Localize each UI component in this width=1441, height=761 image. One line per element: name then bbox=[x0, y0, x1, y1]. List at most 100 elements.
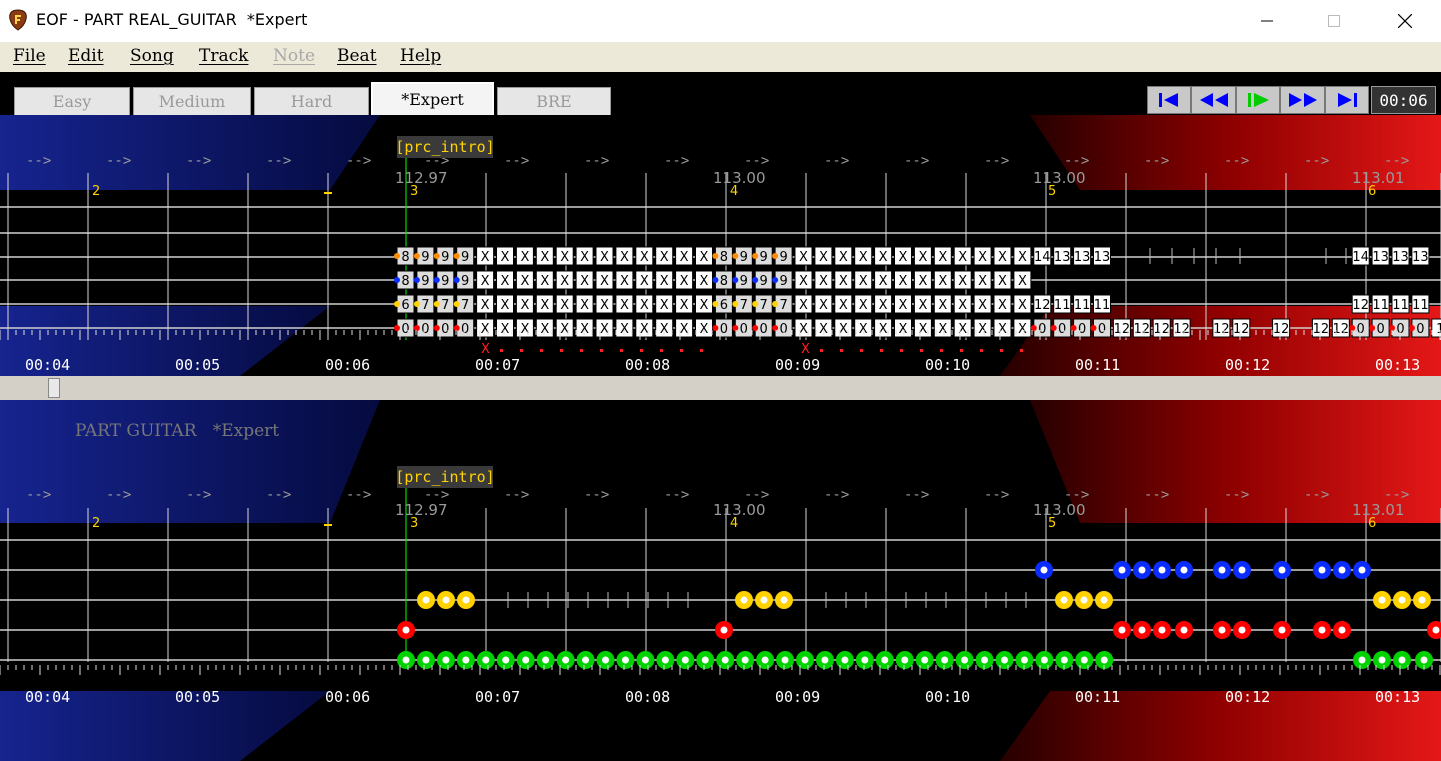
tab-note[interactable]: X bbox=[476, 318, 495, 338]
pro-guitar-tab-editor[interactable]: --> --> --> --> --> --> --> --> --> --> --> --> --> -… bbox=[0, 115, 1441, 376]
tab-hard[interactable]: Hard bbox=[254, 87, 369, 115]
tab-note[interactable]: X bbox=[1013, 270, 1032, 290]
menu-edit[interactable]: Edit bbox=[68, 46, 104, 66]
close-button[interactable] bbox=[1382, 0, 1428, 42]
note-gem[interactable] bbox=[736, 651, 755, 669]
tab-note[interactable]: 9 bbox=[413, 270, 435, 290]
tab-note[interactable]: X bbox=[854, 294, 873, 314]
note-gem[interactable] bbox=[1113, 621, 1131, 639]
note-gem[interactable] bbox=[457, 591, 475, 609]
tab-note[interactable]: X bbox=[874, 270, 893, 290]
tab-note[interactable]: 8 bbox=[394, 246, 415, 266]
menu-song[interactable]: Song bbox=[130, 46, 174, 66]
tab-note[interactable]: X bbox=[476, 294, 495, 314]
tab-note[interactable]: X bbox=[953, 246, 972, 266]
tab-note[interactable]: X bbox=[794, 270, 813, 290]
note-gem[interactable] bbox=[1213, 561, 1231, 579]
note-gem[interactable] bbox=[1035, 561, 1053, 579]
tab-note[interactable]: 0 bbox=[1050, 318, 1072, 338]
tab-note[interactable]: X bbox=[535, 294, 554, 314]
tab-note[interactable]: 12 bbox=[1212, 318, 1231, 338]
tab-note[interactable]: 11 bbox=[1371, 294, 1390, 314]
tab-note[interactable]: X bbox=[794, 246, 813, 266]
tab-note[interactable]: X bbox=[973, 270, 992, 290]
tab-note[interactable]: 13 bbox=[1391, 246, 1410, 266]
tab-note[interactable]: 7 bbox=[413, 294, 435, 314]
tab-note[interactable]: X bbox=[615, 294, 634, 314]
tab-note[interactable]: X bbox=[953, 318, 972, 338]
tab-note[interactable]: X bbox=[595, 270, 614, 290]
tab-note[interactable]: X bbox=[874, 246, 893, 266]
tab-note[interactable]: X bbox=[655, 246, 674, 266]
timeline-scrollbar[interactable] bbox=[0, 376, 1441, 400]
tab-note[interactable]: X bbox=[993, 294, 1012, 314]
tab-note[interactable]: 9 bbox=[453, 270, 475, 290]
tab-note[interactable]: X bbox=[695, 294, 713, 314]
tab-note[interactable]: 11 bbox=[1411, 294, 1430, 314]
tab-note[interactable]: X bbox=[515, 294, 534, 314]
tab-note[interactable]: X bbox=[794, 294, 813, 314]
tab-note[interactable]: X bbox=[615, 270, 634, 290]
tab-note[interactable]: 12 bbox=[1311, 318, 1330, 338]
tab-note[interactable]: X bbox=[575, 246, 594, 266]
note-gem[interactable] bbox=[1095, 591, 1113, 609]
tab-note[interactable]: X bbox=[1013, 246, 1032, 266]
note-gem[interactable] bbox=[735, 591, 753, 609]
tab-note[interactable]: 12 bbox=[1232, 318, 1251, 338]
tab-note[interactable]: X bbox=[834, 270, 853, 290]
tab-note[interactable]: 9 bbox=[433, 246, 455, 266]
tab-note[interactable]: X bbox=[874, 318, 893, 338]
tab-note[interactable]: 0 bbox=[1369, 318, 1390, 338]
tab-note[interactable]: X bbox=[555, 270, 574, 290]
tab-note[interactable]: X bbox=[854, 318, 873, 338]
tab-note[interactable]: 9 bbox=[732, 246, 753, 266]
note-gem[interactable] bbox=[1153, 621, 1171, 639]
tab-note[interactable]: X bbox=[814, 318, 833, 338]
note-gem[interactable] bbox=[1273, 621, 1291, 639]
tab-note[interactable]: 7 bbox=[752, 294, 773, 314]
note-gem[interactable] bbox=[636, 651, 655, 669]
tab-note[interactable]: X bbox=[913, 294, 932, 314]
note-gem[interactable] bbox=[556, 651, 575, 669]
note-gem[interactable] bbox=[875, 651, 894, 669]
scroll-thumb[interactable] bbox=[48, 378, 60, 398]
tab-note[interactable]: X bbox=[953, 294, 972, 314]
note-gem[interactable] bbox=[955, 651, 974, 669]
note-gem[interactable] bbox=[1393, 591, 1411, 609]
tab-note[interactable]: X bbox=[834, 246, 853, 266]
tab-note[interactable]: X bbox=[834, 318, 853, 338]
note-gem[interactable] bbox=[417, 591, 435, 609]
tab-note[interactable]: X bbox=[933, 294, 952, 314]
tab-note[interactable]: 6 bbox=[394, 294, 415, 314]
tab-note[interactable]: 12 bbox=[1033, 294, 1052, 314]
note-gem[interactable] bbox=[716, 651, 735, 669]
tab-note[interactable]: X bbox=[675, 270, 694, 290]
note-gem[interactable] bbox=[1133, 561, 1151, 579]
note-gem[interactable] bbox=[1333, 621, 1351, 639]
menu-file[interactable]: File bbox=[13, 46, 46, 66]
note-gem[interactable] bbox=[835, 651, 854, 669]
tab-note[interactable]: X bbox=[894, 246, 912, 266]
tab-note[interactable]: X bbox=[695, 270, 713, 290]
tab-note[interactable]: X bbox=[913, 318, 932, 338]
tab-note[interactable]: X bbox=[496, 318, 514, 338]
menu-help[interactable]: Help bbox=[400, 46, 441, 66]
tab-note[interactable]: 7 bbox=[772, 294, 793, 314]
note-gem[interactable] bbox=[1175, 621, 1193, 639]
tab-note[interactable]: X bbox=[655, 294, 674, 314]
tab-note[interactable]: 11 bbox=[1093, 294, 1111, 314]
tab-medium[interactable]: Medium bbox=[133, 87, 251, 115]
note-gem[interactable] bbox=[895, 651, 914, 669]
tab-note[interactable]: X bbox=[894, 270, 912, 290]
menu-beat[interactable]: Beat bbox=[337, 46, 377, 66]
fast-forward-button[interactable] bbox=[1280, 86, 1325, 114]
tab-note[interactable]: 13 bbox=[1411, 246, 1430, 266]
tab-note[interactable]: X bbox=[933, 246, 952, 266]
tab-note[interactable]: X bbox=[575, 318, 594, 338]
tab-expert[interactable]: *Expert bbox=[371, 82, 494, 115]
tab-note[interactable]: X bbox=[575, 270, 594, 290]
tab-note[interactable]: 0 bbox=[1090, 318, 1111, 338]
tab-note[interactable]: X bbox=[814, 246, 833, 266]
note-gem[interactable] bbox=[815, 651, 834, 669]
section-marker[interactable]: [prc_intro] bbox=[395, 136, 495, 158]
